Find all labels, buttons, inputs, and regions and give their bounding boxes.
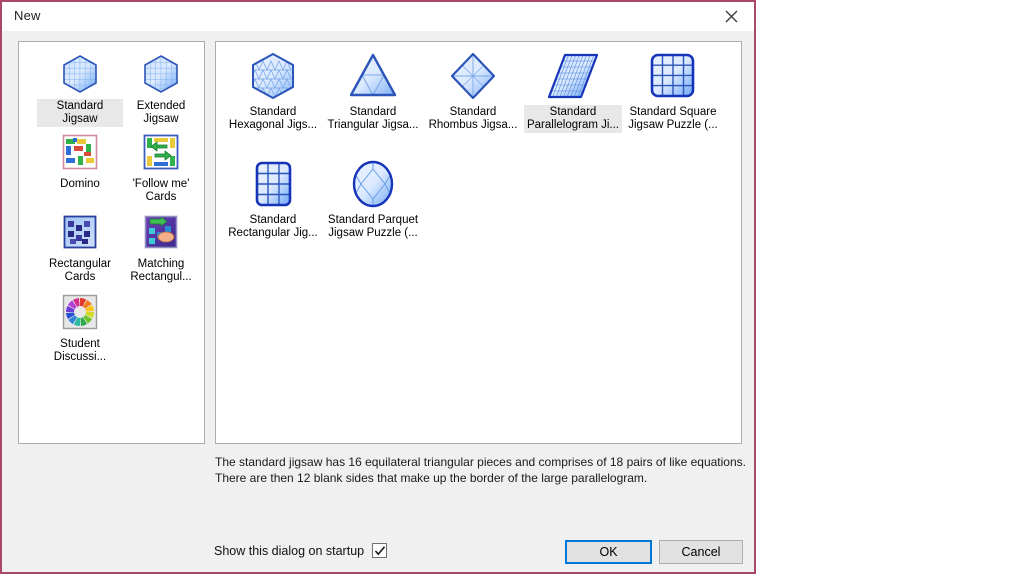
activity-type-list[interactable]: Standard Jigsaw Extended Jigsaw Domino 'Follo…	[18, 41, 205, 444]
close-icon[interactable]	[708, 2, 754, 31]
ok-button-label: OK	[599, 545, 618, 559]
hexagon-jigsaw-icon	[58, 52, 102, 96]
list-item[interactable]: Standard Rectangular Jig...	[224, 158, 322, 241]
list-item[interactable]: Standard Parquet Jigsaw Puzzle (...	[324, 158, 422, 241]
domino-icon	[58, 130, 102, 174]
list-item-label: Standard Parquet Jigsaw Puzzle (...	[327, 214, 419, 239]
startup-checkbox[interactable]	[372, 543, 388, 558]
list-item-label: Standard Rectangular Jig...	[228, 214, 318, 239]
follow-me-cards-icon	[139, 130, 183, 174]
list-item[interactable]: Standard Square Jigsaw Puzzle (...	[624, 50, 722, 133]
title-bar: New	[2, 2, 754, 32]
close-glyph	[725, 10, 737, 23]
list-item[interactable]: Student Discussi...	[37, 290, 123, 365]
list-item-label: Standard Triangular Jigsa...	[327, 106, 419, 131]
list-item-label: Standard Parallelogram Ji...	[524, 105, 622, 133]
list-item[interactable]: Matching Rectangul...	[118, 210, 204, 285]
list-item[interactable]: Standard Rhombus Jigsa...	[424, 50, 522, 133]
parallelogram-puzzle-icon	[547, 50, 599, 102]
list-item[interactable]: Extended Jigsaw	[118, 52, 204, 127]
list-item[interactable]: Standard Jigsaw	[37, 52, 123, 127]
list-item[interactable]: Domino	[37, 130, 123, 192]
left-icon-grid: Standard Jigsaw Extended Jigsaw Domino 'Follo…	[19, 42, 204, 443]
list-item-label: Rectangular Cards	[48, 258, 111, 283]
triangle-puzzle-icon	[347, 50, 399, 102]
hexagon-puzzle-icon	[247, 50, 299, 102]
list-item-label: Student Discussi...	[53, 338, 107, 363]
new-dialog: New Standard Jigsaw Extended Jigsaw Domino 'F…	[0, 0, 756, 574]
list-item-label: 'Follow me' Cards	[132, 178, 190, 203]
startup-checkbox-label: Show this dialog on startup	[214, 543, 365, 558]
student-discussion-icon	[58, 290, 102, 334]
template-list[interactable]: Standard Hexagonal Jigs... Standard Triangu…	[215, 41, 742, 444]
parquet-puzzle-icon	[347, 158, 399, 210]
list-item-label: Standard Jigsaw	[37, 99, 123, 127]
description-line-2: There are then 12 blank sides that make …	[215, 471, 648, 485]
list-item[interactable]: Standard Triangular Jigsa...	[324, 50, 422, 133]
description-text: The standard jigsaw has 16 equilateral t…	[215, 454, 746, 486]
list-item-label: Standard Rhombus Jigsa...	[428, 106, 518, 131]
square-puzzle-icon	[647, 50, 699, 102]
list-item-label: Standard Square Jigsaw Puzzle (...	[628, 106, 718, 131]
list-item[interactable]: Standard Hexagonal Jigs...	[224, 50, 322, 133]
list-item[interactable]: Standard Parallelogram Ji...	[524, 50, 622, 133]
rhombus-puzzle-icon	[447, 50, 499, 102]
rectangle-puzzle-icon	[247, 158, 299, 210]
hexagon-jigsaw-icon	[139, 52, 183, 96]
matching-rectangles-icon	[139, 210, 183, 254]
rectangular-cards-icon	[58, 210, 102, 254]
cancel-button[interactable]: Cancel	[659, 540, 743, 564]
list-item-label: Standard Hexagonal Jigs...	[228, 106, 318, 131]
right-icon-grid: Standard Hexagonal Jigs... Standard Triangu…	[216, 42, 741, 443]
description-line-1: The standard jigsaw has 16 equilateral t…	[215, 455, 746, 469]
list-item[interactable]: Rectangular Cards	[37, 210, 123, 285]
list-item-label: Matching Rectangul...	[130, 258, 192, 283]
cancel-button-label: Cancel	[681, 545, 721, 559]
list-item-label: Extended Jigsaw	[136, 100, 186, 125]
dialog-title: New	[14, 8, 41, 23]
check-icon	[374, 545, 385, 555]
list-item-label: Domino	[60, 178, 100, 190]
list-item[interactable]: 'Follow me' Cards	[118, 130, 204, 205]
ok-button[interactable]: OK	[565, 540, 652, 564]
startup-option-row[interactable]: Show this dialog on startup	[214, 543, 388, 558]
